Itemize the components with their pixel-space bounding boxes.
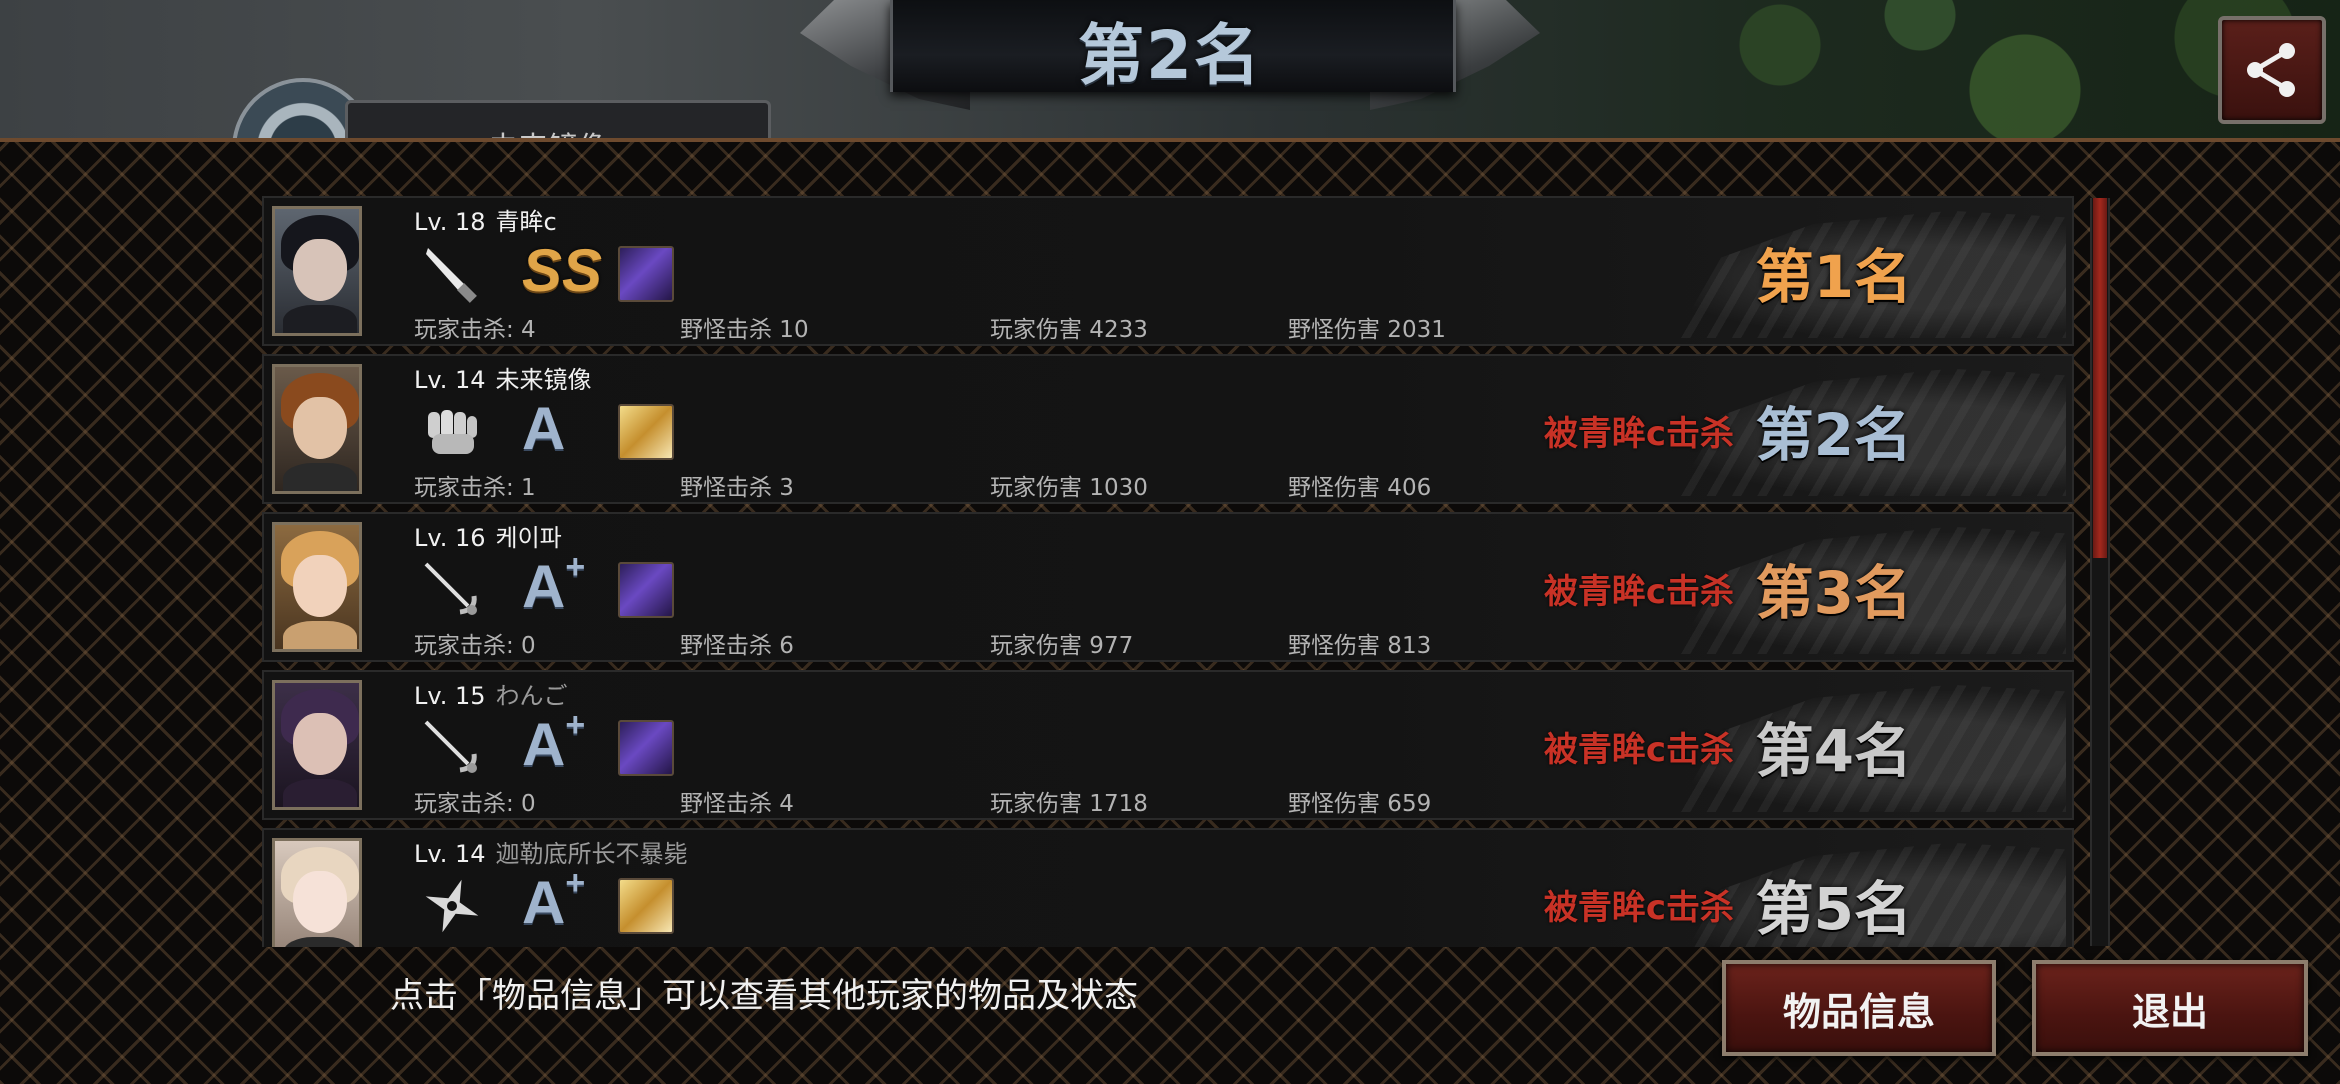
player-level: Lv. 14 xyxy=(414,840,486,868)
avatar xyxy=(272,522,362,652)
player-name: 未来镜像 xyxy=(495,366,592,394)
player-row[interactable]: Lv. 16 케이파 A+ 玩家击杀: 0 野怪击杀 6 玩家伤害 977 野怪伤… xyxy=(262,512,2074,662)
player-row[interactable]: Lv. 14 未来镜像 A 玩家击杀: 1 野怪击杀 3 玩家伤害 1030 野怪… xyxy=(262,354,2074,504)
monster-damage: 野怪伤害 813 xyxy=(1288,633,1432,659)
exit-button-label: 退出 xyxy=(2131,989,2208,1034)
grade-letter: A xyxy=(522,869,566,936)
player-level: Lv. 16 xyxy=(414,524,486,552)
player-level-name: Lv. 18 青眸c xyxy=(414,202,557,237)
grade-plus: + xyxy=(565,548,586,586)
player-kills: 玩家击杀: 1 xyxy=(414,475,536,501)
rank-label: 第5名 xyxy=(1755,875,1912,943)
player-level-name: Lv. 14 未来镜像 xyxy=(414,360,592,395)
player-level-name: Lv. 14 迦勒底所长不暴毙 xyxy=(414,834,688,869)
fist-icon xyxy=(416,396,488,468)
grade-plus: + xyxy=(565,706,586,744)
monster-damage: 野怪伤害 659 xyxy=(1288,791,1432,817)
monster-damage: 野怪伤害 2031 xyxy=(1288,317,1446,343)
player-kills: 玩家击杀: 4 xyxy=(414,317,536,343)
rank-label: 第1名 xyxy=(1755,243,1912,311)
player-name: 青眸c xyxy=(495,208,557,236)
grade-letter: A xyxy=(522,553,566,620)
rapier-icon xyxy=(416,712,488,784)
list-scrollbar[interactable] xyxy=(2090,198,2110,946)
player-kills: 玩家击杀: 0 xyxy=(414,791,536,817)
grade-badge: A+ xyxy=(522,548,602,624)
rank-label: 第3名 xyxy=(1755,559,1912,627)
rank-label: 第4名 xyxy=(1755,717,1912,785)
player-level: Lv. 14 xyxy=(414,366,486,394)
player-name: 迦勒底所长不暴毙 xyxy=(495,840,688,868)
avatar xyxy=(272,206,362,336)
killed-by-label: 被青眸c击杀 xyxy=(1543,572,1734,612)
player-damage: 玩家伤害 1030 xyxy=(990,475,1148,501)
grade-letter: A xyxy=(522,711,566,778)
grade-badge: A+ xyxy=(522,864,602,940)
share-icon xyxy=(2247,43,2295,97)
player-row[interactable]: Lv. 14 迦勒底所长不暴毙 A+ 被青眸c击杀 第5名 xyxy=(262,828,2074,947)
monster-damage: 野怪伤害 406 xyxy=(1288,475,1432,501)
killed-by-label: 被青眸c击杀 xyxy=(1543,888,1734,928)
grade-plus: + xyxy=(565,864,586,902)
avatar xyxy=(272,364,362,494)
title-banner: 第2名 xyxy=(800,0,1540,110)
results-panel: Lv. 18 青眸c SS 玩家击杀: 4 野怪击杀 10 玩家伤害 4233 野… xyxy=(0,138,2340,1084)
item-info-button[interactable]: 物品信息 xyxy=(1722,960,1996,1056)
player-damage: 玩家伤害 4233 xyxy=(990,317,1148,343)
player-level-name: Lv. 16 케이파 xyxy=(414,518,562,553)
killed-by-label: 被青眸c击杀 xyxy=(1543,414,1734,454)
rank-label: 第2名 xyxy=(1755,401,1912,469)
player-row[interactable]: Lv. 18 青眸c SS 玩家击杀: 4 野怪击杀 10 玩家伤害 4233 野… xyxy=(262,196,2074,346)
shuriken-icon xyxy=(416,870,488,942)
purple-gun-icon xyxy=(618,562,674,618)
player-level-name: Lv. 15 わんご xyxy=(414,676,568,711)
page-title: 第2名 xyxy=(1078,17,1262,94)
rapier-icon xyxy=(416,554,488,626)
player-kills: 玩家击杀: 0 xyxy=(414,633,536,659)
monster-kills: 野怪击杀 4 xyxy=(680,791,794,817)
avatar xyxy=(272,838,362,947)
grade-badge: A xyxy=(522,395,566,462)
player-row[interactable]: Lv. 15 わんご A+ 玩家击杀: 0 野怪击杀 4 玩家伤害 1718 野怪… xyxy=(262,670,2074,820)
grade-badge: A+ xyxy=(522,706,602,782)
player-name: 케이파 xyxy=(495,524,562,552)
scrollbar-thumb[interactable] xyxy=(2093,198,2107,558)
item-info-button-label: 物品信息 xyxy=(1782,989,1935,1034)
grade-badge: SS xyxy=(522,237,603,304)
avatar xyxy=(272,680,362,810)
player-damage: 玩家伤害 977 xyxy=(990,633,1134,659)
hint-text: 点击「物品信息」可以查看其他玩家的物品及状态 xyxy=(390,976,1138,1016)
purple-gun-icon xyxy=(618,720,674,776)
gold-item-icon xyxy=(618,404,674,460)
player-level: Lv. 15 xyxy=(414,682,486,710)
knife-icon xyxy=(416,238,488,310)
player-name: わんご xyxy=(495,682,568,710)
player-level: Lv. 18 xyxy=(414,208,486,236)
killed-by-label: 被青眸c击杀 xyxy=(1543,730,1734,770)
player-damage: 玩家伤害 1718 xyxy=(990,791,1148,817)
monster-kills: 野怪击杀 6 xyxy=(680,633,794,659)
monster-kills: 野怪击杀 10 xyxy=(680,317,809,343)
purple-gun-icon xyxy=(618,246,674,302)
player-results-list[interactable]: Lv. 18 青眸c SS 玩家击杀: 4 野怪击杀 10 玩家伤害 4233 野… xyxy=(262,196,2078,947)
exit-button[interactable]: 退出 xyxy=(2032,960,2308,1056)
monster-kills: 野怪击杀 3 xyxy=(680,475,794,501)
gold-item-icon xyxy=(618,878,674,934)
share-button[interactable] xyxy=(2218,16,2326,124)
